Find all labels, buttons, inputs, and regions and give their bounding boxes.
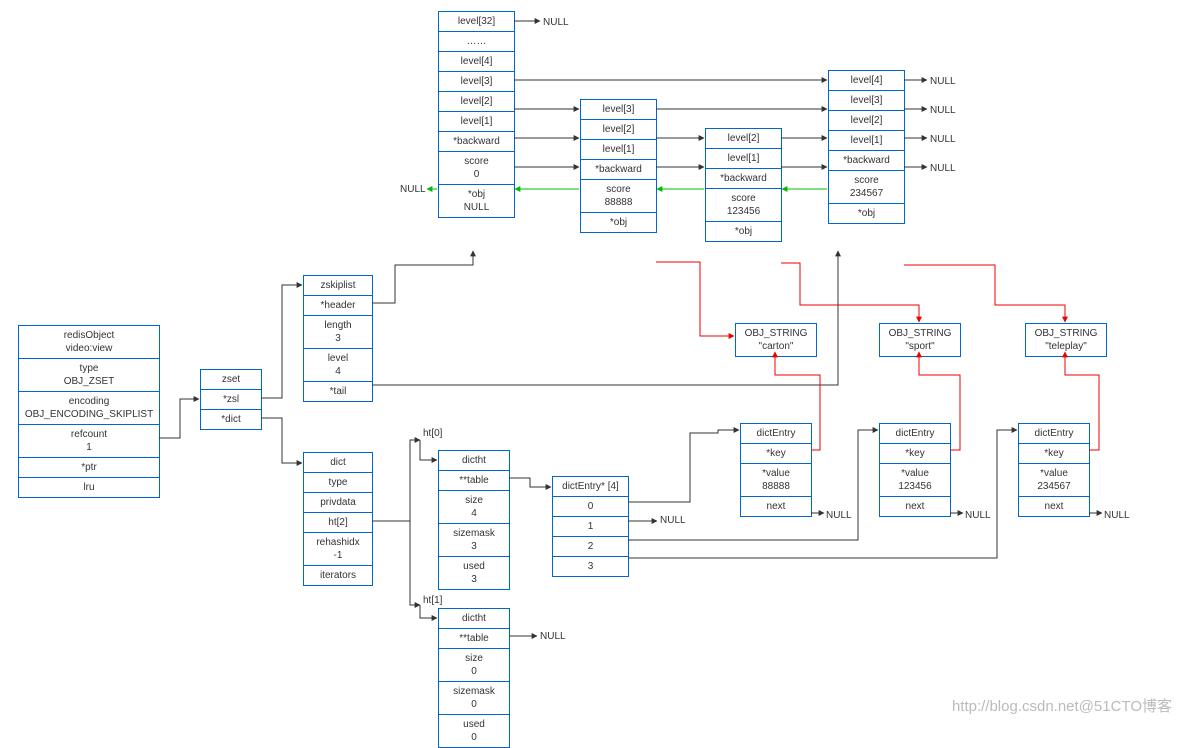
null-label: NULL <box>965 510 991 521</box>
obj-string-teleplay: OBJ_STRING"teleplay" <box>1025 323 1107 357</box>
obj-string-sport: OBJ_STRING"sport" <box>879 323 961 357</box>
dictht0-box: dictht **table size4 sizemask3 used3 <box>438 450 510 590</box>
null-label: NULL <box>930 76 956 87</box>
ht0-label: ht[0] <box>423 428 442 439</box>
watermark: http://blog.csdn.net@51CTO博客 <box>952 695 1172 716</box>
dict-entry-array-box: dictEntry* [4] 0 1 2 3 <box>552 476 629 577</box>
dict-entry-1: dictEntry *key *value88888 next <box>740 423 812 517</box>
zset-box: zset *zsl *dict <box>200 369 262 430</box>
zskiplist-box: zskiplist *header length3 level4 *tail <box>303 275 373 402</box>
skip-node3-box: level[4] level[3] level[2] level[1] *bac… <box>828 70 905 224</box>
dictht1-box: dictht **table size0 sizemask0 used0 <box>438 608 510 748</box>
skip-header-box: level[32] …… level[4] level[3] level[2] … <box>438 11 515 218</box>
null-label: NULL <box>540 631 566 642</box>
skip-node1-box: level[3] level[2] level[1] *backward sco… <box>580 99 657 233</box>
dict-entry-2: dictEntry *key *value123456 next <box>879 423 951 517</box>
null-label: NULL <box>400 184 426 195</box>
null-label: NULL <box>543 17 569 28</box>
null-label: NULL <box>826 510 852 521</box>
redis-object-title: redisObjectvideo:view <box>19 326 159 359</box>
ht1-label: ht[1] <box>423 595 442 606</box>
obj-string-carton: OBJ_STRING"carton" <box>735 323 817 357</box>
null-label: NULL <box>930 105 956 116</box>
dict-box: dict type privdata ht[2] rehashidx-1 ite… <box>303 452 373 586</box>
null-label: NULL <box>660 515 686 526</box>
null-label: NULL <box>1104 510 1130 521</box>
null-label: NULL <box>930 163 956 174</box>
redis-object-box: redisObjectvideo:view typeOBJ_ZSET encod… <box>18 325 160 498</box>
null-label: NULL <box>930 134 956 145</box>
dict-entry-3: dictEntry *key *value234567 next <box>1018 423 1090 517</box>
skip-node2-box: level[2] level[1] *backward score123456 … <box>705 128 782 242</box>
